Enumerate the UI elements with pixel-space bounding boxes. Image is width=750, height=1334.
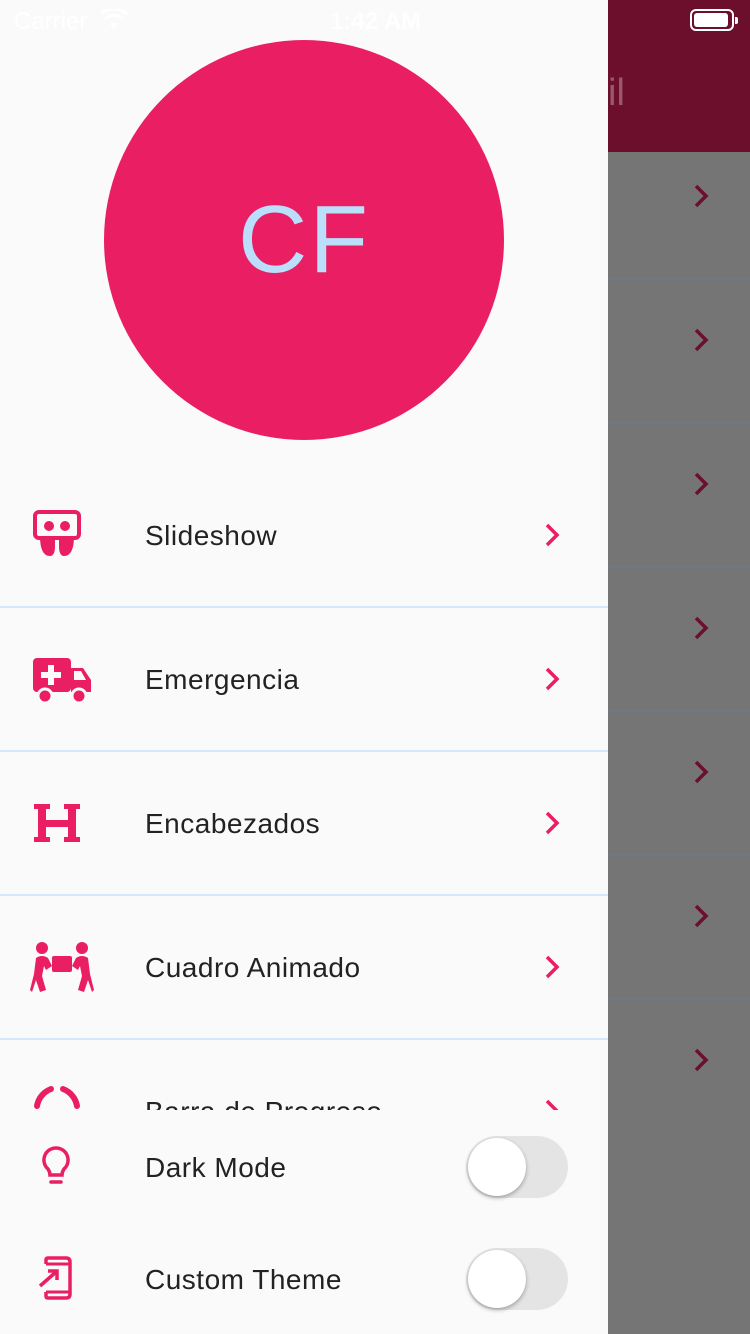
toggle-thumb [468, 1138, 526, 1196]
menu-item-label: Cuadro Animado [145, 952, 361, 983]
lightbulb-icon [42, 1146, 70, 1184]
avatar[interactable]: CF [104, 40, 504, 440]
chevron-right-icon [694, 616, 709, 640]
battery-icon [690, 9, 738, 31]
menu-item-encabezados[interactable]: Encabezados [0, 752, 608, 896]
heading-icon [34, 804, 80, 842]
menu-list[interactable]: Slideshow Emergencia Encabezados Cuadro … [0, 464, 608, 1110]
background-list-row [608, 424, 750, 568]
background-list-row [608, 136, 750, 280]
custom-theme-toggle[interactable] [466, 1248, 568, 1310]
menu-item-label: Barra de Progreso [145, 1096, 382, 1110]
navigation-drawer: Carrier 1:42 AM CF Slideshow Emergencia … [0, 0, 608, 1334]
slideshare-icon [33, 510, 81, 556]
background-list-row [608, 568, 750, 712]
background-title: il [608, 72, 625, 114]
background-list-row [608, 712, 750, 856]
chevron-right-icon [694, 184, 709, 208]
background-list-row [608, 856, 750, 1000]
chevron-right-icon [694, 760, 709, 784]
status-carrier: Carrier [14, 8, 88, 35]
setting-label: Dark Mode [145, 1152, 287, 1183]
circle-notch-icon [34, 1086, 80, 1109]
menu-item-emergencia[interactable]: Emergencia [0, 608, 608, 752]
chevron-right-icon [545, 1099, 559, 1110]
menu-item-label: Slideshow [145, 520, 278, 551]
status-time: 1:42 AM [330, 8, 422, 35]
menu-item-label: Encabezados [145, 808, 321, 839]
chevron-right-icon [694, 328, 709, 352]
menu-item-slideshow[interactable]: Slideshow [0, 464, 608, 608]
add-to-home-screen-icon [38, 1256, 72, 1300]
chevron-right-icon [694, 1048, 709, 1072]
chevron-right-icon [694, 904, 709, 928]
menu-item-cuadro-animado[interactable]: Cuadro Animado [0, 896, 608, 1040]
chevron-right-icon [545, 523, 560, 547]
wifi-icon [100, 9, 128, 29]
ambulance-icon [33, 658, 91, 705]
dark-mode-toggle[interactable] [466, 1136, 568, 1198]
setting-label: Custom Theme [145, 1264, 342, 1295]
toggle-thumb [468, 1250, 526, 1308]
chevron-right-icon [545, 955, 560, 979]
background-list-row [608, 280, 750, 424]
background-list-row [608, 1000, 750, 1144]
chevron-right-icon [545, 667, 560, 691]
setting-custom-theme: Custom Theme [0, 1228, 608, 1328]
chevron-right-icon [694, 472, 709, 496]
chevron-right-icon [545, 811, 560, 835]
menu-item-label: Emergencia [145, 664, 300, 695]
people-carry-icon [30, 942, 94, 992]
setting-dark-mode: Dark Mode [0, 1116, 608, 1216]
menu-item-barra-de-progreso[interactable]: Barra de Progreso [0, 1040, 608, 1110]
avatar-initials: CF [238, 186, 370, 293]
